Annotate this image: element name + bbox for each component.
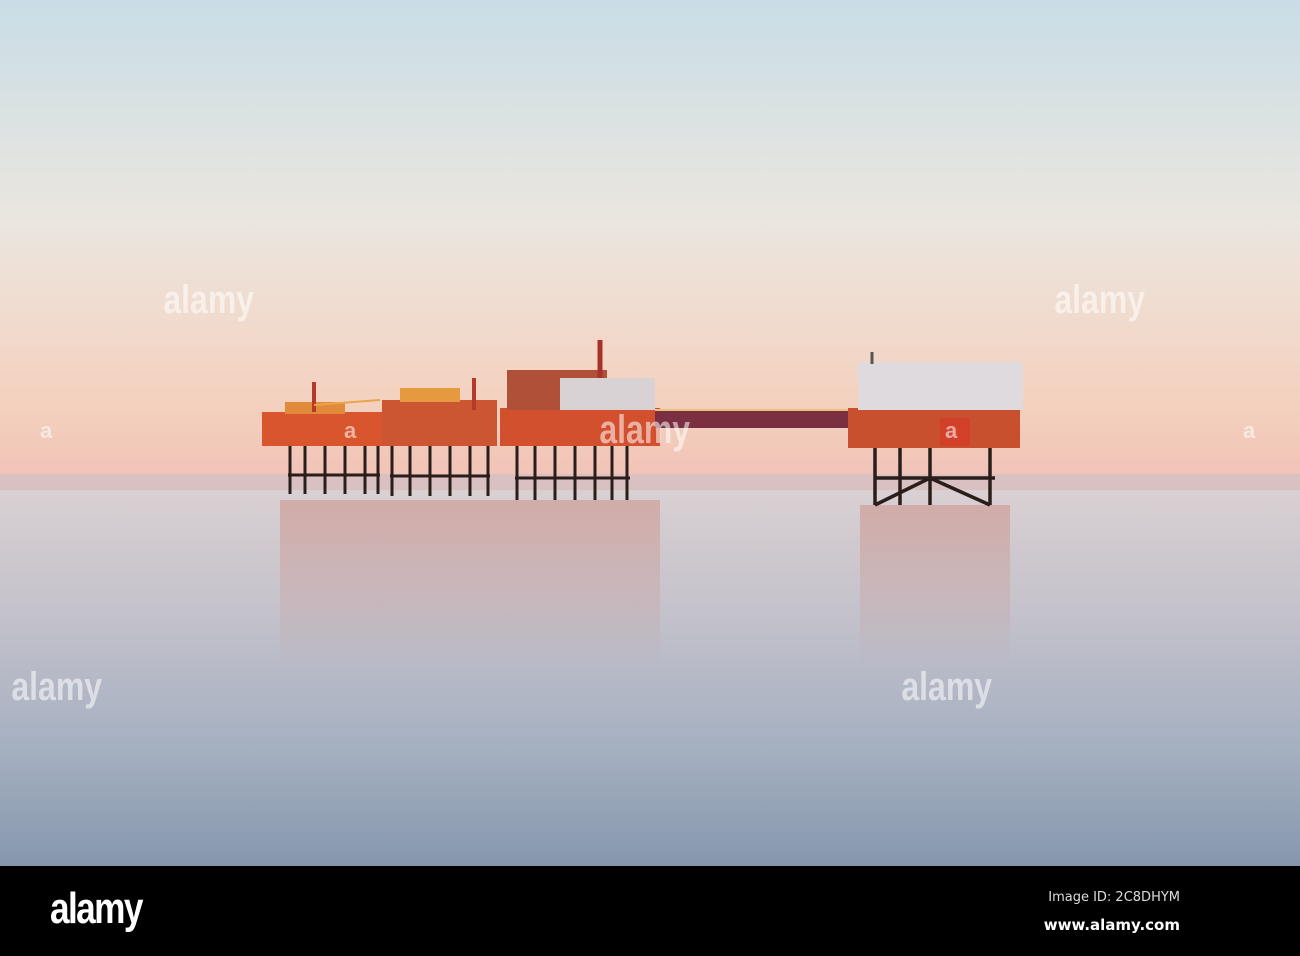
website-link[interactable]: www.alamy.com	[1044, 916, 1180, 934]
watermark: a	[344, 418, 357, 443]
watermark: alamy	[901, 665, 993, 709]
watermark: a	[1243, 418, 1256, 443]
image-id: Image ID: 2C8DHYM	[1048, 890, 1180, 905]
watermark: a	[945, 418, 958, 443]
watermark: alamy	[11, 665, 103, 709]
alamy-logo: alamy	[50, 884, 143, 933]
reflections	[280, 500, 1010, 670]
watermark: a	[40, 418, 53, 443]
watermark: alamy	[1054, 278, 1146, 322]
watermark: alamy	[599, 408, 691, 452]
distant-coast	[0, 474, 1300, 492]
watermark: alamy	[163, 278, 255, 322]
footer-bar: alamy Image ID: 2C8DHYM www.alamy.com	[0, 866, 1300, 956]
